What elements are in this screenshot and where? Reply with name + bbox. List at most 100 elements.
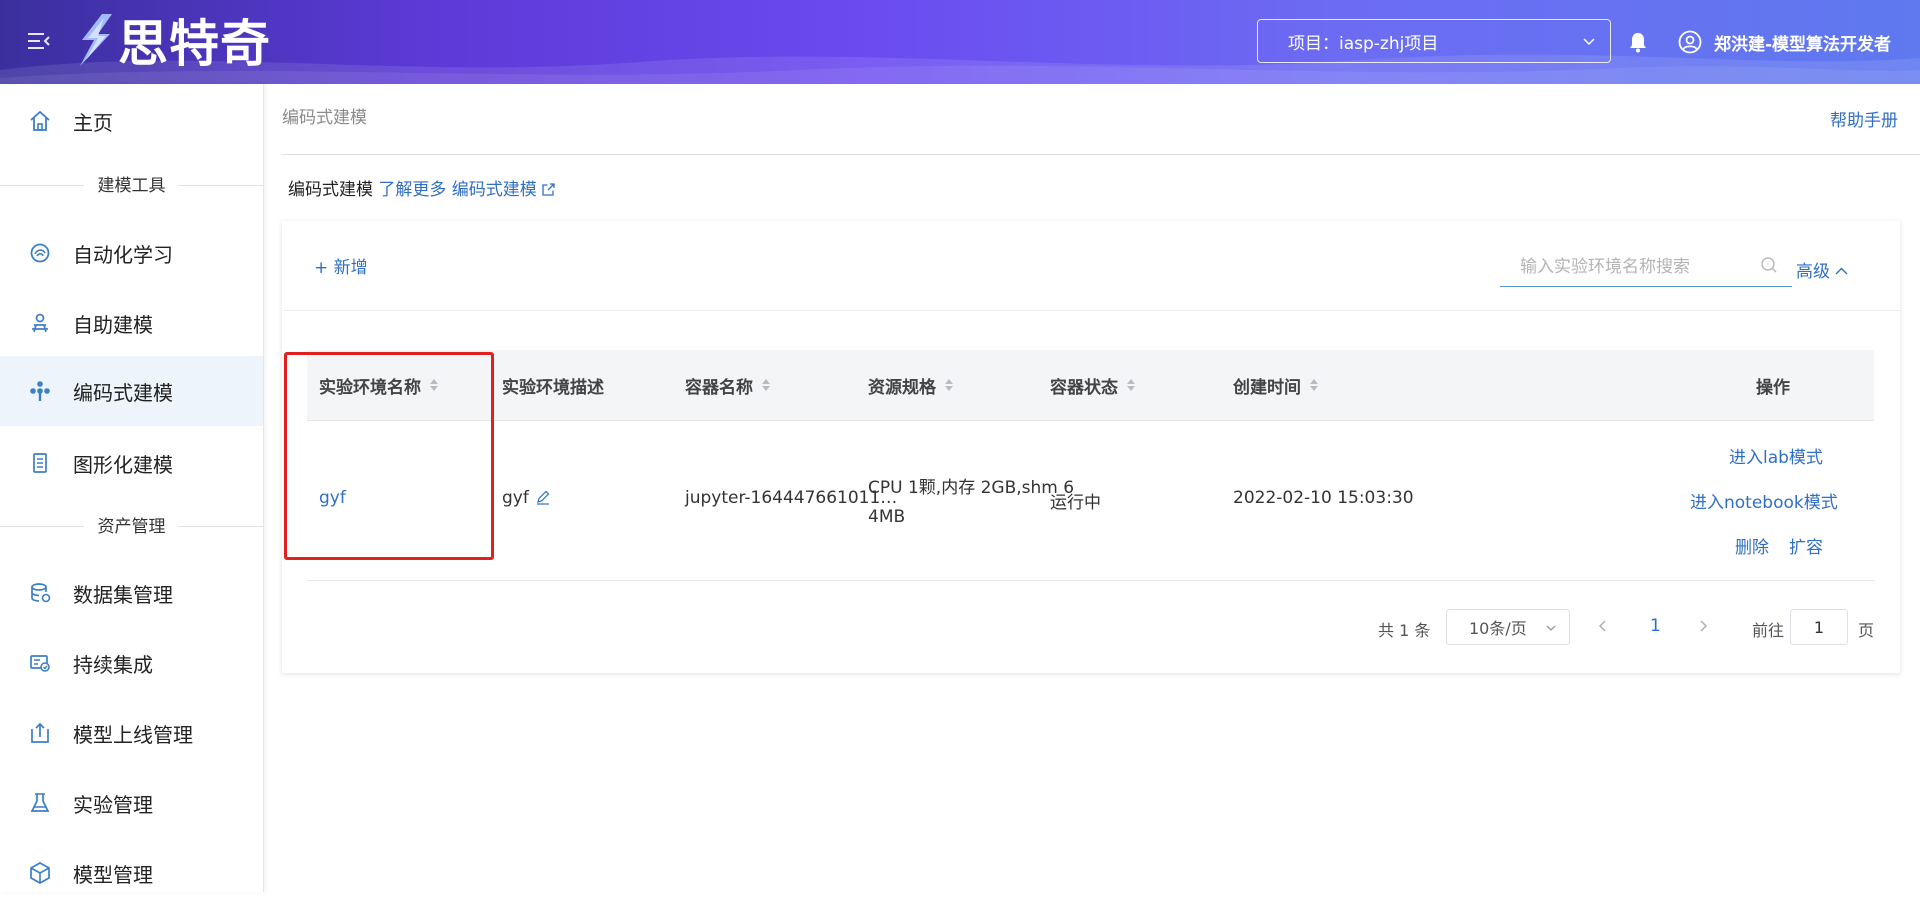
project-select[interactable]: 项目：iasp-zhj项目 xyxy=(1257,19,1611,63)
add-button[interactable]: + 新增 xyxy=(314,253,368,278)
sidebar: 主页 建模工具 自动化学习 自助建模 编码式建模 图形化建模 资产管理 数据集管… xyxy=(0,84,264,892)
resource-spec-line: 4MB xyxy=(868,507,906,527)
group-title-text: 资产管理 xyxy=(93,517,170,537)
column-header-name[interactable]: 实验环境名称 xyxy=(319,350,439,420)
sidebar-item-label: 自助建模 xyxy=(73,312,153,337)
sort-icon[interactable] xyxy=(761,377,771,393)
column-header-label: 实验环境描述 xyxy=(502,377,604,398)
breadcrumb: 编码式建模 xyxy=(282,108,367,128)
chevron-down-icon xyxy=(1583,38,1595,46)
learn-more-link[interactable]: 了解更多 编码式建模 xyxy=(378,180,555,200)
user-icon xyxy=(1678,30,1702,54)
intro-line: 编码式建模 了解更多 编码式建模 xyxy=(288,175,556,200)
environment-name-link[interactable]: gyf xyxy=(319,488,346,508)
auto-learning-icon xyxy=(30,243,50,263)
sidebar-item-label: 持续集成 xyxy=(73,652,153,677)
continuous-integration-icon xyxy=(30,655,50,672)
sidebar-item-continuous-integration[interactable]: 持续集成 xyxy=(0,630,263,696)
header-divider xyxy=(282,154,1920,155)
sidebar-item-label: 模型管理 xyxy=(73,862,153,887)
table-header: 实验环境名称 实验环境描述 容器名称 资源规格 容器状态 创建时间 操作 xyxy=(307,350,1874,421)
code-modeling-icon xyxy=(30,381,50,401)
column-header-status[interactable]: 容器状态 xyxy=(1050,350,1136,420)
column-header-label: 操作 xyxy=(1756,377,1790,398)
enter-lab-mode-link[interactable]: 进入lab模式 xyxy=(1729,443,1823,468)
column-header-created[interactable]: 创建时间 xyxy=(1233,350,1319,420)
sidebar-item-model-management[interactable]: 模型管理 xyxy=(0,840,263,906)
previous-page-icon[interactable] xyxy=(1596,618,1610,634)
user-menu[interactable]: 郑洪建-模型算法开发者 xyxy=(1678,28,1891,56)
sort-icon[interactable] xyxy=(944,377,954,393)
enter-notebook-mode-link[interactable]: 进入notebook模式 xyxy=(1690,488,1838,513)
table-row: gyf gyf jupyter-164447661011… CPU 1颗,内存 … xyxy=(307,420,1874,581)
sidebar-item-model-deployment[interactable]: 模型上线管理 xyxy=(0,700,263,766)
edit-icon[interactable] xyxy=(535,489,551,505)
intro-text: 编码式建模 xyxy=(288,180,373,200)
column-header-label: 创建时间 xyxy=(1233,377,1301,398)
chevron-up-icon xyxy=(1835,267,1848,275)
self-modeling-icon xyxy=(32,313,48,333)
sidebar-item-dataset-management[interactable]: 数据集管理 xyxy=(0,560,263,626)
search-input[interactable] xyxy=(1518,253,1762,281)
help-manual-link[interactable]: 帮助手册 xyxy=(1830,106,1898,131)
chevron-down-icon xyxy=(1546,625,1556,631)
goto-page-input[interactable] xyxy=(1790,609,1848,645)
column-header-resource[interactable]: 资源规格 xyxy=(868,350,954,420)
advanced-toggle[interactable]: 高级 xyxy=(1796,257,1848,282)
resource-spec-line: CPU 1颗,内存 2GB,shm 6 xyxy=(868,478,1075,498)
page-size-value: 10条/页 xyxy=(1469,619,1527,638)
menu-toggle-icon[interactable] xyxy=(26,30,52,52)
sidebar-item-graphical-modeling[interactable]: 图形化建模 xyxy=(0,430,263,496)
sidebar-group-modeling-tools: 建模工具 xyxy=(0,171,263,197)
container-status: 运行中 xyxy=(1050,493,1101,513)
column-header-container[interactable]: 容器名称 xyxy=(685,350,771,420)
brand-logo: 思特奇 xyxy=(72,10,271,73)
sidebar-item-label: 编码式建模 xyxy=(73,380,173,405)
goto-label: 前往 xyxy=(1752,621,1785,640)
upload-icon xyxy=(31,722,49,743)
card-divider xyxy=(282,310,1900,311)
sidebar-item-label: 模型上线管理 xyxy=(73,722,193,747)
sidebar-item-self-modeling[interactable]: 自助建模 xyxy=(0,290,263,356)
resource-spec: CPU 1颗,内存 2GB,shm 6 4MB xyxy=(868,474,1074,532)
next-page-icon[interactable] xyxy=(1696,618,1710,634)
environment-description: gyf xyxy=(502,488,551,508)
description-text: gyf xyxy=(502,488,529,508)
container-name: jupyter-164447661011… xyxy=(685,488,898,508)
sidebar-item-label: 实验管理 xyxy=(73,792,153,817)
external-link-icon xyxy=(542,183,555,196)
learn-more-label: 了解更多 编码式建模 xyxy=(378,180,537,200)
pagination-total: 共 1 条 xyxy=(1378,621,1431,640)
sidebar-item-label: 自动化学习 xyxy=(73,242,173,267)
column-header-label: 资源规格 xyxy=(868,377,936,398)
flask-icon xyxy=(30,793,50,812)
bell-icon[interactable] xyxy=(1628,31,1648,53)
sidebar-item-label: 数据集管理 xyxy=(73,582,173,607)
environment-list-card: + 新增 高级 实验环境名称 实验环境描述 容器名称 资源规格 容器状态 xyxy=(282,221,1900,673)
advanced-label: 高级 xyxy=(1796,262,1830,282)
sort-icon[interactable] xyxy=(429,377,439,393)
sidebar-item-auto-learning[interactable]: 自动化学习 xyxy=(0,220,263,286)
search-box xyxy=(1500,247,1792,287)
expand-link[interactable]: 扩容 xyxy=(1789,533,1823,558)
sidebar-item-label: 图形化建模 xyxy=(73,452,173,477)
top-header: 思特奇 项目：iasp-zhj项目 郑洪建-模型算法开发者 xyxy=(0,0,1920,84)
column-header-actions: 操作 xyxy=(1673,350,1873,420)
column-header-label: 实验环境名称 xyxy=(319,377,421,398)
sidebar-item-experiment-management[interactable]: 实验管理 xyxy=(0,770,263,836)
sidebar-item-label: 主页 xyxy=(73,110,113,135)
sort-icon[interactable] xyxy=(1309,377,1319,393)
sidebar-item-code-modeling[interactable]: 编码式建模 xyxy=(0,356,263,426)
home-icon xyxy=(30,110,50,131)
page-number-current[interactable]: 1 xyxy=(1650,616,1661,636)
sidebar-item-home[interactable]: 主页 xyxy=(0,88,263,154)
sidebar-group-asset-management: 资产管理 xyxy=(0,512,263,538)
page-size-select[interactable]: 10条/页 xyxy=(1446,609,1570,645)
sort-icon[interactable] xyxy=(1126,377,1136,393)
database-icon xyxy=(31,583,51,603)
delete-link[interactable]: 删除 xyxy=(1735,533,1769,558)
logo-mark-icon xyxy=(80,14,112,66)
row-actions: 进入lab模式 进入notebook模式 删除 扩容 xyxy=(1673,420,1873,580)
column-header-label: 容器名称 xyxy=(685,377,753,398)
search-icon[interactable] xyxy=(1760,256,1778,274)
